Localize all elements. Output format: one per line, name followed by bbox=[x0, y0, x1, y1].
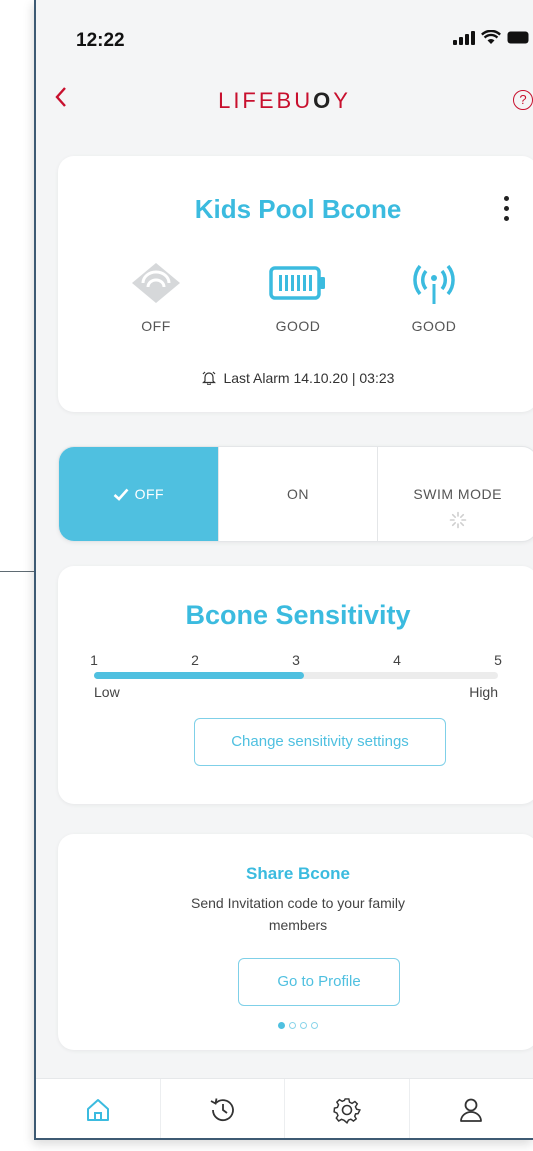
signal-status-label: GOOD bbox=[411, 318, 457, 334]
battery-status-icon bbox=[507, 31, 529, 44]
page-dot[interactable] bbox=[289, 1022, 296, 1029]
tab-history[interactable] bbox=[159, 1079, 285, 1138]
sensor-status: OFF bbox=[106, 256, 206, 334]
more-options-icon[interactable] bbox=[504, 196, 510, 221]
mode-swim-label: SWIM MODE bbox=[413, 486, 502, 502]
tick-label: 5 bbox=[494, 652, 502, 668]
tab-bar bbox=[36, 1078, 533, 1138]
tick-label: 4 bbox=[393, 652, 401, 668]
tab-settings[interactable] bbox=[284, 1079, 409, 1138]
sensor-status-label: OFF bbox=[141, 318, 171, 334]
last-alarm: Last Alarm 14.10.20 | 03:23 bbox=[58, 370, 533, 386]
share-title: Share Bcone bbox=[246, 864, 350, 883]
app-header: LIFEBUOY ? bbox=[36, 70, 533, 128]
tick-label: 2 bbox=[191, 652, 199, 668]
last-alarm-label: Last Alarm bbox=[223, 370, 290, 386]
page-dot[interactable] bbox=[300, 1022, 307, 1029]
mode-off-button[interactable]: OFF bbox=[59, 447, 218, 541]
help-icon: ? bbox=[519, 92, 527, 107]
battery-status: GOOD bbox=[248, 256, 348, 334]
battery-icon bbox=[269, 266, 325, 300]
device-card: Kids Pool Bcone OFF GOOD GOOD Last Alarm… bbox=[58, 156, 533, 412]
mode-swim-button[interactable]: SWIM MODE bbox=[377, 447, 533, 541]
page-dot[interactable] bbox=[311, 1022, 318, 1029]
go-to-profile-button[interactable]: Go to Profile bbox=[238, 958, 400, 1006]
history-icon bbox=[210, 1097, 235, 1121]
tick-label: 1 bbox=[90, 652, 98, 668]
phone-screen: 12:22 LIFEBUOY ? Kids Pool Bcone OFF GOO… bbox=[34, 0, 533, 1140]
mode-on-button[interactable]: ON bbox=[217, 447, 378, 541]
last-alarm-value: 14.10.20 | 03:23 bbox=[293, 370, 395, 386]
alarm-bell-icon bbox=[201, 371, 216, 386]
share-card: Share Bcone Send Invitation code to your… bbox=[58, 834, 533, 1050]
mode-selector: OFF ON SWIM MODE bbox=[58, 446, 533, 542]
page-dot[interactable] bbox=[278, 1022, 285, 1029]
home-icon bbox=[86, 1098, 109, 1121]
profile-icon bbox=[460, 1098, 483, 1122]
sensitivity-fill bbox=[94, 672, 305, 679]
status-time: 12:22 bbox=[76, 30, 125, 51]
wifi-icon bbox=[481, 30, 501, 44]
mode-on-label: ON bbox=[287, 486, 309, 502]
signal-antenna-icon bbox=[413, 264, 455, 304]
share-description: Send Invitation code to your family memb… bbox=[190, 895, 405, 933]
sensitivity-low-label: Low bbox=[94, 684, 120, 700]
sensitivity-card: Bcone Sensitivity 1 2 3 4 5 Low High Cha… bbox=[58, 566, 533, 804]
help-button[interactable]: ? bbox=[513, 90, 533, 110]
logo-text-end: Y bbox=[333, 88, 351, 113]
settings-icon bbox=[333, 1097, 361, 1124]
signal-status: GOOD bbox=[384, 256, 484, 334]
water-sensor-icon bbox=[132, 263, 180, 303]
tab-profile[interactable] bbox=[408, 1079, 533, 1138]
sensitivity-track[interactable] bbox=[94, 672, 498, 679]
tick-label: 3 bbox=[292, 652, 300, 668]
battery-status-label: GOOD bbox=[275, 318, 321, 334]
cellular-signal-icon bbox=[453, 30, 475, 45]
lifebuoy-logo: LIFEBUOY bbox=[36, 88, 533, 114]
logo-o: O bbox=[313, 88, 334, 113]
status-bar: 12:22 bbox=[36, 0, 533, 70]
sensitivity-high-label: High bbox=[469, 684, 498, 700]
status-icons bbox=[453, 30, 529, 45]
device-title: Kids Pool Bcone bbox=[194, 194, 402, 224]
logo-text: LIFEBU bbox=[218, 88, 314, 113]
mode-off-label: OFF bbox=[134, 486, 165, 502]
checkmark-icon bbox=[113, 488, 129, 501]
loading-spinner-icon bbox=[449, 511, 466, 529]
change-sensitivity-button[interactable]: Change sensitivity settings bbox=[194, 718, 446, 766]
tab-home[interactable] bbox=[36, 1079, 160, 1138]
page-indicator[interactable] bbox=[58, 1022, 533, 1029]
sensitivity-title: Bcone Sensitivity bbox=[185, 600, 411, 630]
